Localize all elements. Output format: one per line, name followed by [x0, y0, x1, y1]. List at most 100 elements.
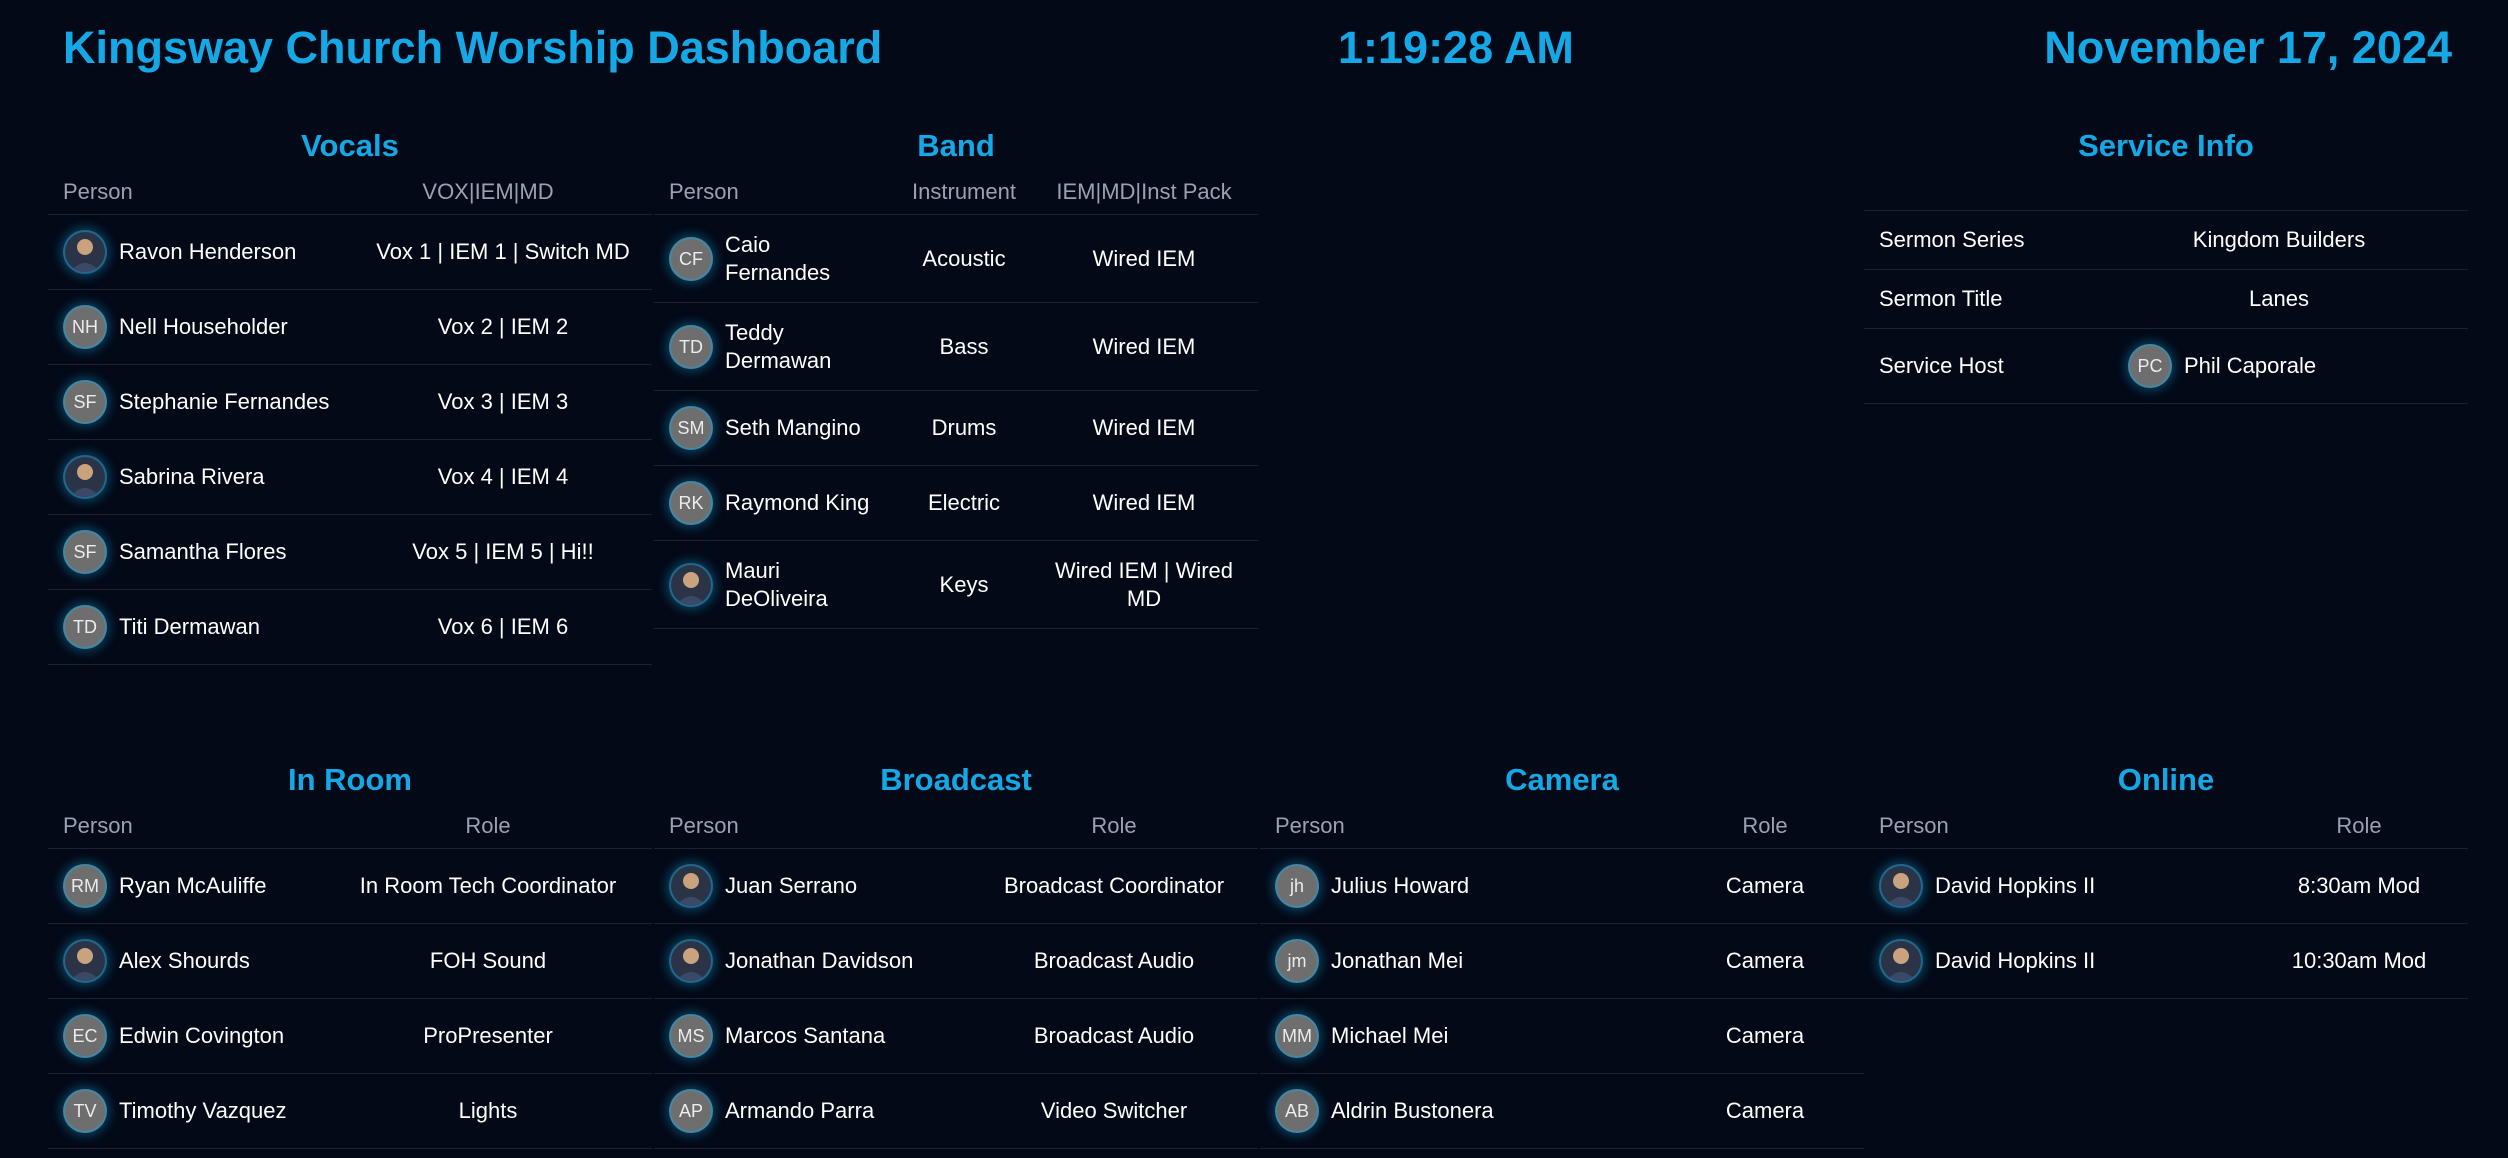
role-cell: Camera — [1725, 873, 1805, 898]
person-name: Teddy Dermawan — [725, 319, 832, 373]
avatar: SM — [669, 406, 713, 450]
avatar: MS — [669, 1014, 713, 1058]
person-name: Ryan McAuliffe — [119, 873, 267, 898]
vocals-panel: Vocals Person VOX|IEM|MD Ravon Henderson… — [48, 128, 652, 665]
avatar: SF — [63, 380, 107, 424]
person-cell: Mauri DeOliveira — [669, 541, 879, 628]
person-cell: Sabrina Rivera — [63, 440, 363, 514]
avatar-photo — [63, 455, 107, 499]
table-row: Alex Shourds FOH Sound — [48, 924, 652, 999]
avatar: PC — [2128, 344, 2172, 388]
camera-rows: jh Julius Howard Camera jm Jonathan Mei Camer… — [1260, 849, 1864, 1149]
band-rows: CF Caio Fernandes Acoustic Wired IEM TD Teddy… — [654, 215, 1258, 629]
person-cell: RK Raymond King — [669, 466, 879, 540]
table-row: TD Teddy Dermawan Bass Wired IEM — [654, 303, 1258, 391]
avatar: CF — [669, 236, 713, 281]
column-header-person: Person — [1275, 813, 1345, 838]
avatar: TV — [63, 1089, 107, 1133]
table-row: David Hopkins II 8:30am Mod — [1864, 849, 2468, 924]
table-row: David Hopkins II 10:30am Mod — [1864, 924, 2468, 999]
broadcast-table: Person Role Juan Serrano Broadcast Coordi… — [654, 804, 1258, 1149]
avatar: AB — [1275, 1089, 1319, 1133]
avatar-photo — [669, 562, 713, 607]
instrument-cell: Acoustic — [922, 245, 1006, 271]
table-row: Sabrina Rivera Vox 4 | IEM 4 — [48, 440, 652, 515]
band-table: Person Instrument IEM|MD|Inst Pack CF Cai… — [654, 170, 1258, 629]
online-table: Person Role David Hopkins II 8:30am Mod Da… — [1864, 804, 2468, 999]
avatar: jm — [1275, 939, 1319, 983]
online-rows: David Hopkins II 8:30am Mod David Hopkins … — [1864, 849, 2468, 999]
person-cell: jm Jonathan Mei — [1275, 924, 1655, 998]
person-name: Timothy Vazquez — [119, 1098, 287, 1123]
service-info-value: Kingdom Builders — [2192, 227, 2366, 252]
person-name: Mauri DeOliveira — [725, 557, 828, 611]
vocals-table: Person VOX|IEM|MD Ravon Henderson Vox 1 |… — [48, 170, 652, 665]
in-room-table-header: Person Role — [48, 804, 652, 849]
role-cell: Lights — [458, 1098, 518, 1123]
vocals-rows: Ravon Henderson Vox 1 | IEM 1 | Switch MD… — [48, 215, 652, 665]
person-name: Jonathan Mei — [1331, 948, 1464, 973]
person-cell: RM Ryan McAuliffe — [63, 849, 343, 923]
assignment-cell: Vox 4 | IEM 4 — [437, 464, 569, 489]
service-info-value: Lanes — [2249, 286, 2309, 311]
camera-table-header: Person Role — [1260, 804, 1864, 849]
person-name: Julius Howard — [1331, 873, 1470, 898]
table-row: CF Caio Fernandes Acoustic Wired IEM — [654, 215, 1258, 303]
avatar-photo — [669, 864, 713, 908]
vocals-table-header: Person VOX|IEM|MD — [48, 170, 652, 215]
role-cell: In Room Tech Coordinator — [359, 873, 617, 898]
avatar: jh — [1275, 864, 1319, 908]
table-row: Mauri DeOliveira Keys Wired IEM | Wired MD — [654, 541, 1258, 629]
instrument-cell: Keys — [939, 571, 989, 597]
person-name: Ravon Henderson — [119, 239, 297, 264]
assignment-cell: Vox 3 | IEM 3 — [437, 389, 569, 414]
in-room-table: Person Role RM Ryan McAuliffe In Room Tech… — [48, 804, 652, 1149]
clock-time: 1:19:28 AM — [1338, 22, 1574, 73]
person-name: Sabrina Rivera — [119, 464, 265, 489]
table-row: jm Jonathan Mei Camera — [1260, 924, 1864, 999]
camera-title: Camera — [1505, 762, 1619, 797]
person-cell: Juan Serrano — [669, 849, 969, 923]
dashboard-title: Kingsway Church Worship Dashboard — [63, 22, 883, 73]
person-name: Samantha Flores — [119, 539, 287, 564]
role-cell: Camera — [1725, 1023, 1805, 1048]
table-row: Ravon Henderson Vox 1 | IEM 1 | Switch MD — [48, 215, 652, 290]
avatar-photo — [1879, 864, 1923, 908]
column-header-person: Person — [669, 813, 739, 838]
column-header-person: Person — [63, 813, 133, 838]
column-header-role: Role — [465, 813, 511, 838]
avatar-photo — [63, 230, 107, 274]
avatar: NH — [63, 305, 107, 349]
band-panel: Band Person Instrument IEM|MD|Inst Pack … — [654, 128, 1258, 658]
service-info-label: Sermon Series — [1879, 227, 2025, 252]
table-row: AB Aldrin Bustonera Camera — [1260, 1074, 1864, 1149]
person-cell: David Hopkins II — [1879, 849, 2239, 923]
avatar-photo — [1879, 939, 1923, 983]
avatar: RK — [669, 481, 713, 525]
instrument-cell: Electric — [927, 490, 1001, 515]
person-cell: AB Aldrin Bustonera — [1275, 1074, 1655, 1148]
column-header-role: Role — [1742, 813, 1788, 838]
table-row: SF Stephanie Fernandes Vox 3 | IEM 3 — [48, 365, 652, 440]
column-header-role: Role — [1091, 813, 1137, 838]
pack-cell: Wired IEM — [1092, 333, 1196, 359]
table-row: RK Raymond King Electric Wired IEM — [654, 466, 1258, 541]
person-name: Titi Dermawan — [119, 614, 260, 639]
person-cell: NH Nell Householder — [63, 290, 363, 364]
avatar-photo — [63, 939, 107, 983]
broadcast-panel: Broadcast Person Role Juan Serrano Broadc… — [654, 762, 1258, 1158]
role-cell: Camera — [1725, 1098, 1805, 1123]
role-cell: 10:30am Mod — [2291, 948, 2427, 973]
role-cell: ProPresenter — [423, 1023, 553, 1048]
pack-cell: Wired IEM — [1092, 245, 1196, 271]
table-row: TD Titi Dermawan Vox 6 | IEM 6 — [48, 590, 652, 665]
service-info-table: Sermon Series Kingdom Builders Sermon Titl… — [1864, 210, 2468, 404]
person-name: Michael Mei — [1331, 1023, 1449, 1048]
person-name: Edwin Covington — [119, 1023, 285, 1048]
role-cell: Camera — [1725, 948, 1805, 973]
camera-table: Person Role jh Julius Howard Camera jm Jonat… — [1260, 804, 1864, 1149]
avatar: TD — [63, 605, 107, 649]
column-header-instrument: Instrument — [912, 179, 1016, 204]
service-info-value: Phil Caporale — [2184, 353, 2317, 378]
table-row: MM Michael Mei Camera — [1260, 999, 1864, 1074]
